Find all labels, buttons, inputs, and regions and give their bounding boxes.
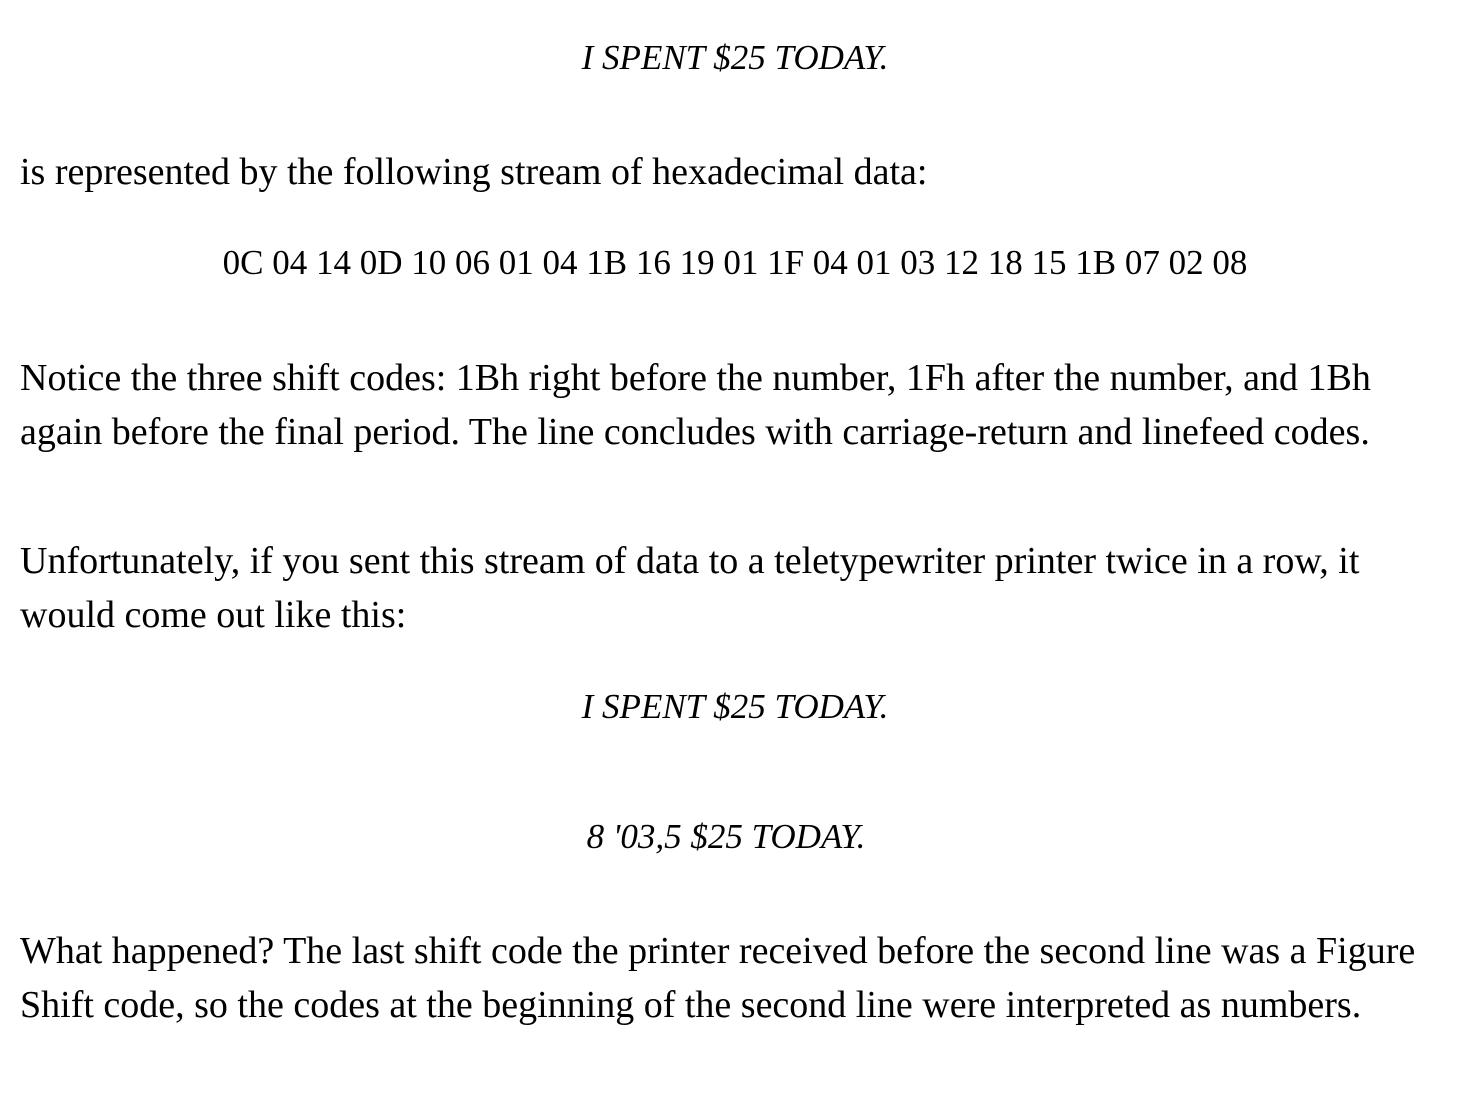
printed-line-2: 8 '03,5 $25 TODAY.	[586, 817, 866, 856]
explanation-paragraph: What happened? The last shift code the p…	[20, 930, 1416, 1026]
document-page: I SPENT $25 TODAY. is represented by the…	[0, 0, 1470, 1096]
unfortunately-paragraph: Unfortunately, if you sent this stream o…	[20, 540, 1360, 636]
example-line-top: I SPENT $25 TODAY.	[581, 38, 889, 77]
hex-stream: 0C 04 14 0D 10 06 01 04 1B 16 19 01 1F 0…	[222, 243, 1248, 282]
intro-paragraph: is represented by the following stream o…	[20, 151, 928, 193]
shift-notice-paragraph: Notice the three shift codes: 1Bh right …	[20, 357, 1371, 453]
printed-line-1: I SPENT $25 TODAY.	[581, 687, 889, 726]
